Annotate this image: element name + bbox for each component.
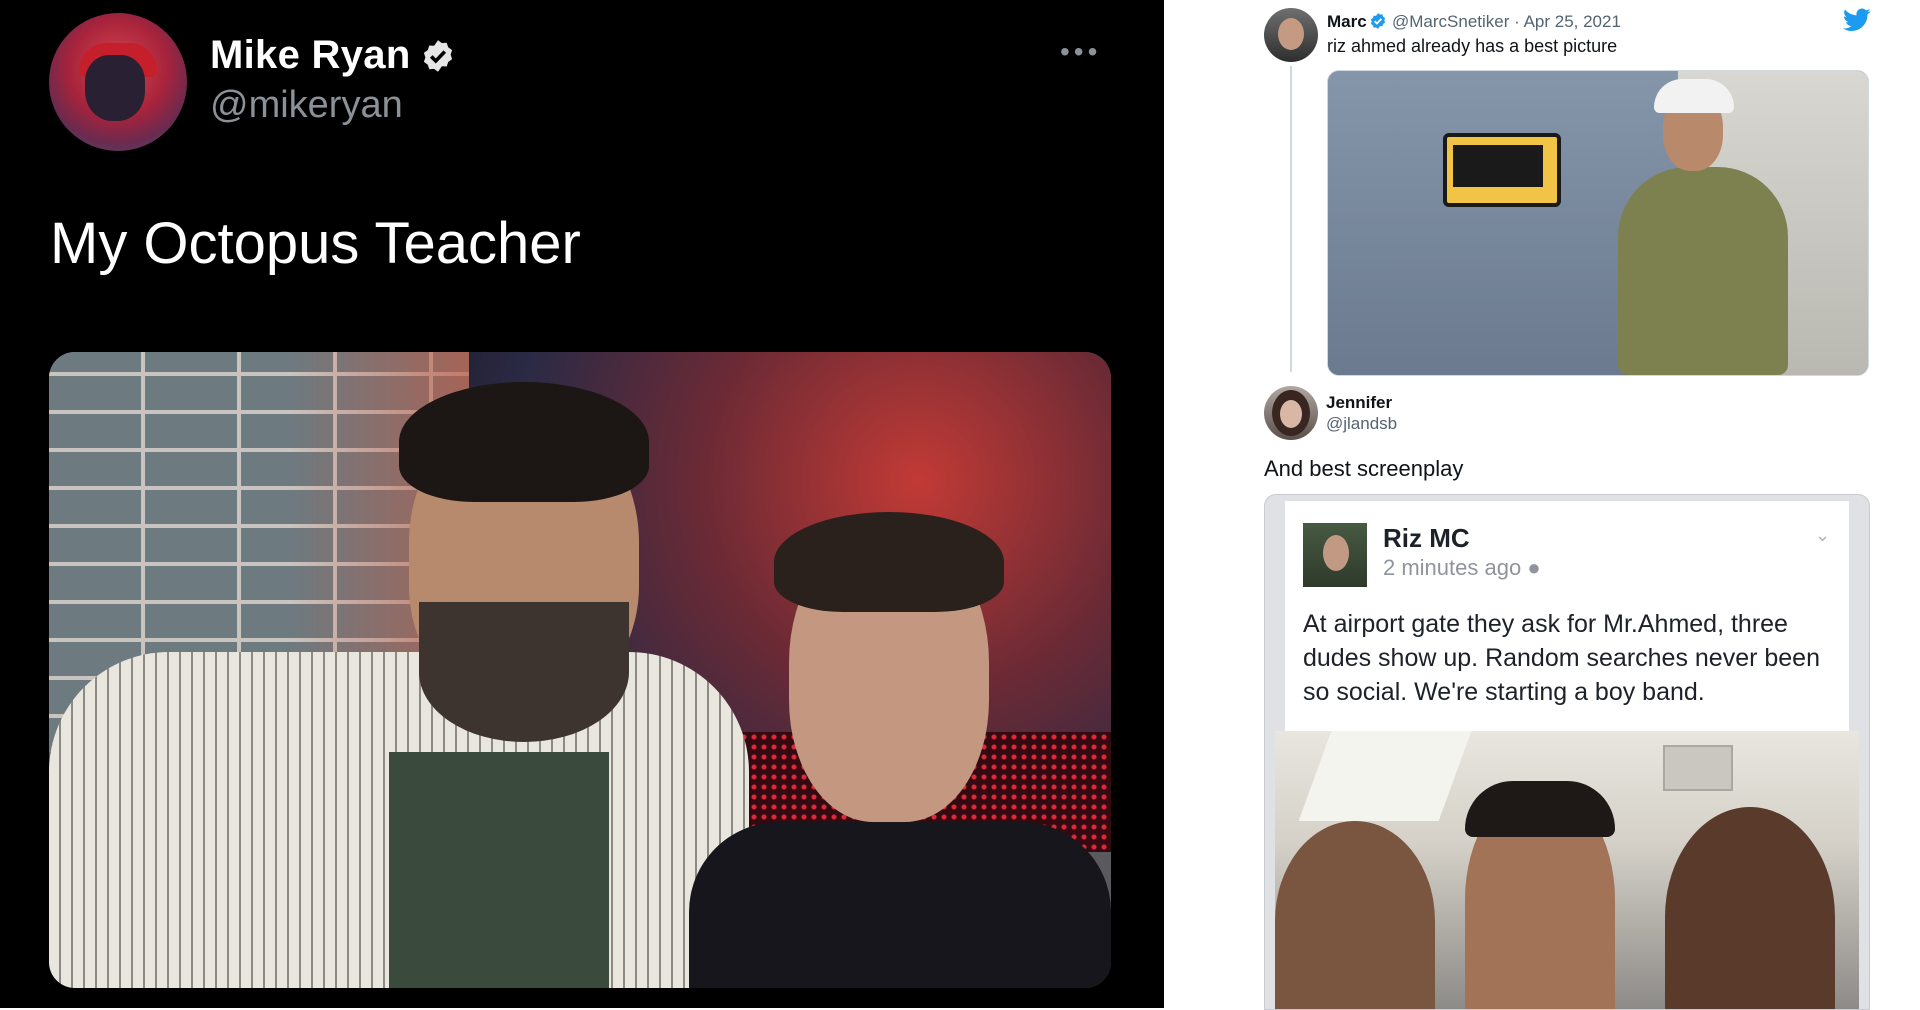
- jennifer-avatar[interactable]: [1264, 386, 1318, 440]
- tweet-text: My Octopus Teacher: [50, 211, 581, 276]
- reply-handle[interactable]: @jlandsb: [1326, 414, 1397, 434]
- ceiling-vent: [1663, 745, 1733, 791]
- post-text: At airport gate they ask for Mr.Ahmed, t…: [1303, 610, 1820, 706]
- riz-mc-avatar: [1303, 523, 1367, 587]
- person-cap: [1654, 79, 1734, 113]
- man-left-tshirt: [389, 752, 609, 988]
- man-left-hair: [399, 382, 649, 502]
- left-tweet-panel: Mike Ryan @mikeryan ••• My Octopus Teach…: [0, 0, 1164, 1008]
- embedded-post-image[interactable]: Riz MC 2 minutes ago ● ⌄ At airport gate…: [1264, 494, 1870, 1010]
- man-right-hair: [774, 512, 1004, 612]
- chevron-down-icon: ⌄: [1815, 525, 1831, 545]
- avatar-face-shape: [85, 55, 145, 121]
- person-left: [1275, 821, 1435, 1009]
- ceiling-light: [1298, 731, 1472, 821]
- tweet1-handle-date[interactable]: @MarcSnetiker · Apr 25, 2021: [1392, 12, 1621, 32]
- tweet1-author-name[interactable]: Marc: [1327, 12, 1367, 32]
- avatar-face-shape: [1323, 535, 1349, 571]
- facebook-post: Riz MC 2 minutes ago ● ⌄ At airport gate…: [1285, 501, 1849, 731]
- post-time: 2 minutes ago ●: [1383, 555, 1541, 581]
- selfie-photo: [1275, 731, 1859, 1009]
- post-author: Riz MC: [1383, 523, 1470, 553]
- marc-avatar[interactable]: [1264, 8, 1318, 62]
- author-name[interactable]: Mike Ryan: [210, 33, 411, 78]
- license-plate-panel: [1453, 145, 1543, 187]
- license-plate: [1443, 133, 1561, 207]
- verified-badge-icon: [423, 40, 453, 72]
- person-jacket: [1618, 167, 1788, 375]
- man-right-body: [689, 822, 1111, 988]
- reply-text: And best screenplay: [1264, 456, 1464, 481]
- tweet-photo[interactable]: [49, 352, 1111, 988]
- avatar-face-shape: [1278, 18, 1304, 50]
- man-left-beard: [419, 602, 629, 742]
- twitter-bird-icon[interactable]: [1843, 8, 1871, 32]
- reply-author-name[interactable]: Jennifer: [1326, 393, 1392, 413]
- tweet1-photo[interactable]: [1327, 70, 1869, 376]
- globe-icon: ●: [1527, 555, 1541, 580]
- mike-ryan-avatar[interactable]: [49, 13, 187, 151]
- thread-connector-line: [1290, 66, 1292, 372]
- tweet1-text: riz ahmed already has a best picture: [1327, 36, 1618, 56]
- avatar-face-shape: [1280, 400, 1302, 428]
- verified-badge-icon: [1370, 13, 1386, 29]
- author-handle[interactable]: @mikeryan: [210, 84, 403, 127]
- post-time-text: 2 minutes ago: [1383, 555, 1522, 580]
- person-center-hair: [1465, 781, 1615, 837]
- person-right: [1665, 807, 1835, 1009]
- more-options-icon[interactable]: •••: [1060, 36, 1101, 68]
